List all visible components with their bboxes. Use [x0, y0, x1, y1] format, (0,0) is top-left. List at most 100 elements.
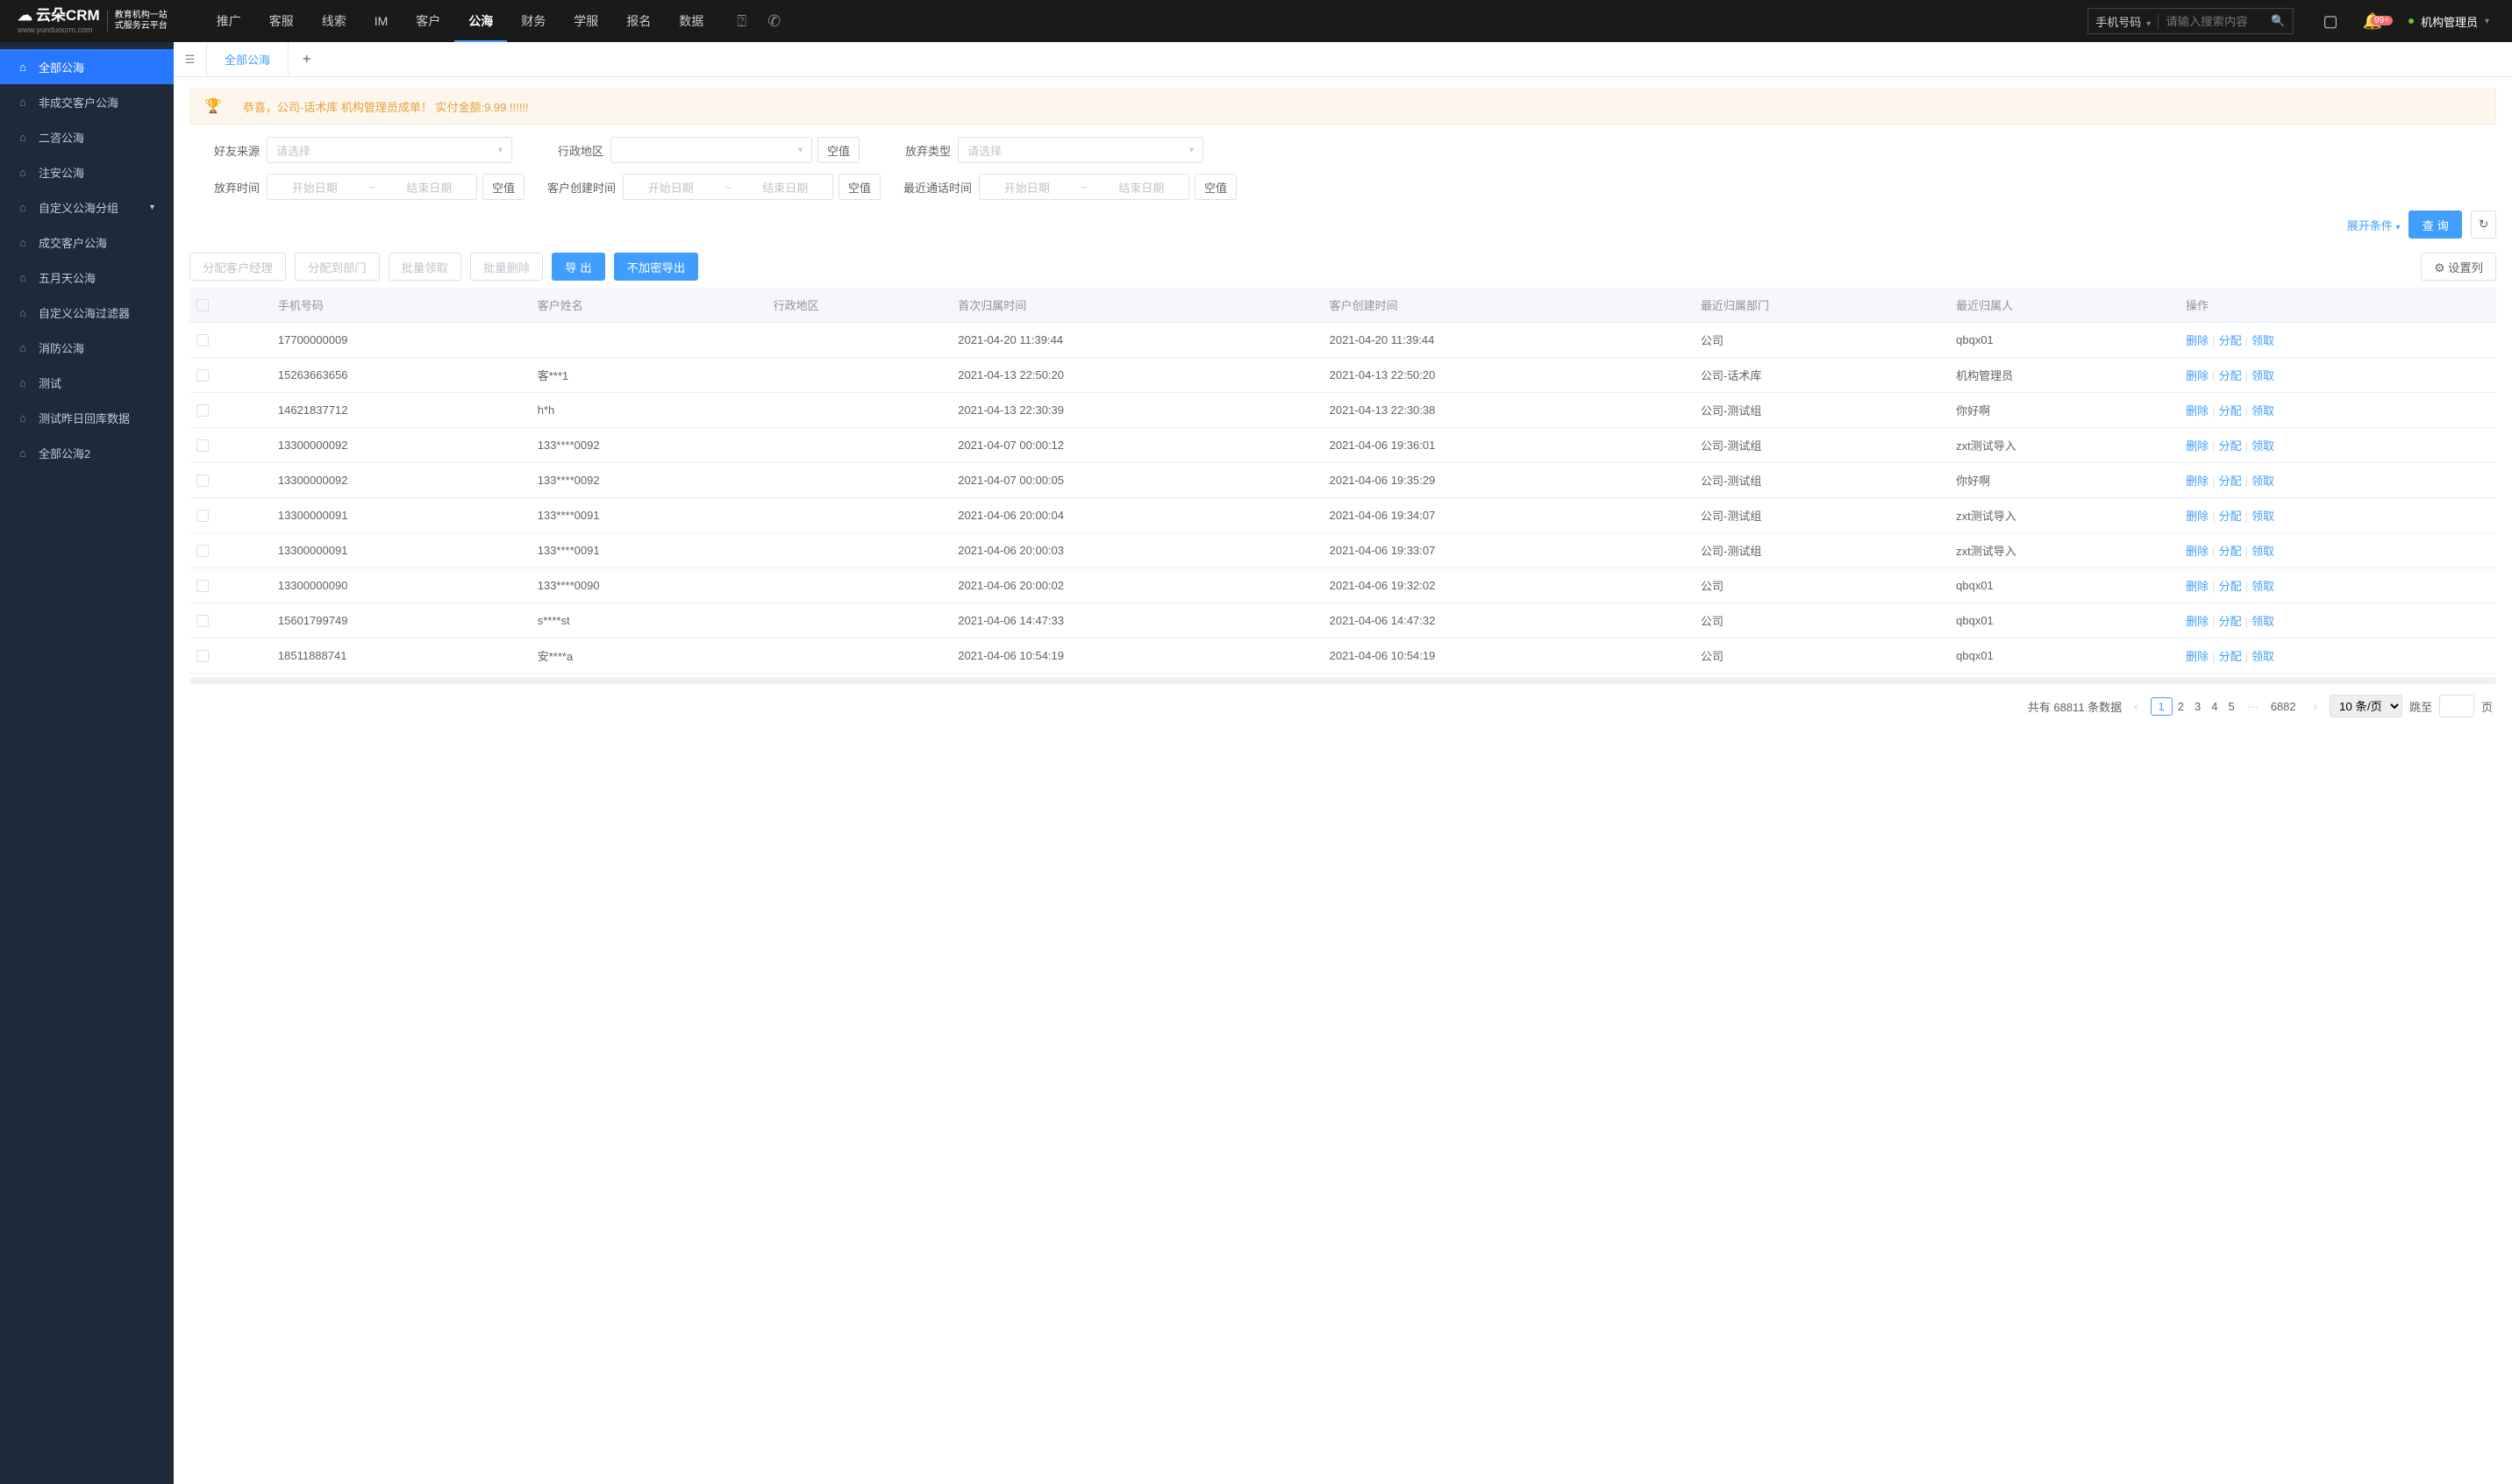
- row-claim-link[interactable]: 领取: [2252, 404, 2274, 417]
- collapse-sidebar-icon[interactable]: ☰: [174, 42, 207, 76]
- sidebar-item-4[interactable]: ⌂自定义公海分组▾: [0, 189, 174, 225]
- export-plain-button[interactable]: 不加密导出: [614, 253, 699, 281]
- page-number[interactable]: 5: [2223, 696, 2239, 717]
- row-checkbox[interactable]: [196, 615, 209, 627]
- row-delete-link[interactable]: 删除: [2186, 545, 2209, 558]
- row-assign-link[interactable]: 分配: [2219, 334, 2242, 347]
- abandon-time-range[interactable]: 开始日期~结束日期: [267, 174, 477, 200]
- row-assign-link[interactable]: 分配: [2219, 545, 2242, 558]
- page-number[interactable]: 4: [2206, 696, 2223, 717]
- search-icon[interactable]: 🔍: [2264, 14, 2292, 28]
- row-claim-link[interactable]: 领取: [2252, 545, 2274, 558]
- row-claim-link[interactable]: 领取: [2252, 580, 2274, 593]
- row-assign-link[interactable]: 分配: [2219, 369, 2242, 382]
- region-empty-button[interactable]: 空值: [817, 137, 860, 163]
- sidebar-item-3[interactable]: ⌂注安公海: [0, 154, 174, 189]
- row-checkbox[interactable]: [196, 650, 209, 662]
- batch-delete-button[interactable]: 批量删除: [470, 253, 543, 281]
- export-button[interactable]: 导 出: [552, 253, 604, 281]
- page-size-select[interactable]: 10 条/页: [2330, 695, 2402, 717]
- prev-page-icon[interactable]: ‹: [2129, 696, 2143, 717]
- abandon-type-select[interactable]: 请选择▾: [958, 137, 1203, 163]
- create-time-range[interactable]: 开始日期~结束日期: [623, 174, 833, 200]
- row-delete-link[interactable]: 删除: [2186, 334, 2209, 347]
- row-claim-link[interactable]: 领取: [2252, 650, 2274, 663]
- row-claim-link[interactable]: 领取: [2252, 474, 2274, 488]
- row-claim-link[interactable]: 领取: [2252, 439, 2274, 453]
- assign-manager-button[interactable]: 分配客户经理: [189, 253, 286, 281]
- last-page[interactable]: 6882: [2266, 696, 2301, 717]
- search-type-select[interactable]: 手机号码▾: [2088, 13, 2159, 30]
- search-input[interactable]: [2159, 15, 2264, 28]
- region-select[interactable]: ▾: [610, 137, 812, 163]
- expand-filters-link[interactable]: 展开条件 ▾: [2347, 217, 2401, 233]
- row-delete-link[interactable]: 删除: [2186, 615, 2209, 628]
- query-button[interactable]: 查 询: [2409, 210, 2461, 239]
- row-assign-link[interactable]: 分配: [2219, 580, 2242, 593]
- page-number[interactable]: 1: [2151, 697, 2173, 716]
- row-checkbox[interactable]: [196, 369, 209, 382]
- bell-icon[interactable]: 🔔99+: [2351, 12, 2394, 31]
- row-assign-link[interactable]: 分配: [2219, 615, 2242, 628]
- user-menu[interactable]: 机构管理员 ▾: [2394, 13, 2503, 30]
- sidebar-item-10[interactable]: ⌂测试昨日回库数据: [0, 400, 174, 435]
- select-all-checkbox[interactable]: [196, 299, 209, 311]
- columns-button[interactable]: ⚙ 设置列: [2421, 253, 2496, 281]
- row-delete-link[interactable]: 删除: [2186, 474, 2209, 488]
- sidebar-item-11[interactable]: ⌂全部公海2: [0, 435, 174, 470]
- add-tab-icon[interactable]: +: [289, 52, 325, 68]
- row-delete-link[interactable]: 删除: [2186, 369, 2209, 382]
- nav-item-4[interactable]: 客户: [402, 0, 454, 42]
- sidebar-item-9[interactable]: ⌂测试: [0, 365, 174, 400]
- page-number[interactable]: 3: [2189, 696, 2206, 717]
- nav-item-7[interactable]: 学服: [560, 0, 612, 42]
- device-icon[interactable]: ▢: [2311, 12, 2351, 31]
- row-claim-link[interactable]: 领取: [2252, 334, 2274, 347]
- row-delete-link[interactable]: 删除: [2186, 650, 2209, 663]
- sidebar-item-6[interactable]: ⌂五月天公海: [0, 260, 174, 295]
- call-time-empty-button[interactable]: 空值: [1195, 174, 1237, 200]
- sidebar-item-0[interactable]: ⌂全部公海: [0, 49, 174, 84]
- row-checkbox[interactable]: [196, 510, 209, 522]
- row-assign-link[interactable]: 分配: [2219, 474, 2242, 488]
- create-time-empty-button[interactable]: 空值: [839, 174, 881, 200]
- sidebar-item-8[interactable]: ⌂消防公海: [0, 330, 174, 365]
- next-page-icon[interactable]: ›: [2309, 696, 2323, 717]
- row-checkbox[interactable]: [196, 580, 209, 592]
- phone-icon[interactable]: ✆: [757, 12, 791, 31]
- refresh-button[interactable]: ↻: [2471, 210, 2496, 239]
- nav-item-1[interactable]: 客服: [255, 0, 308, 42]
- sidebar-item-2[interactable]: ⌂二咨公海: [0, 119, 174, 154]
- row-claim-link[interactable]: 领取: [2252, 510, 2274, 523]
- row-assign-link[interactable]: 分配: [2219, 404, 2242, 417]
- jump-page-input[interactable]: [2439, 695, 2474, 717]
- add-user-icon[interactable]: ⍰: [726, 12, 757, 31]
- assign-dept-button[interactable]: 分配到部门: [295, 253, 380, 281]
- row-checkbox[interactable]: [196, 545, 209, 557]
- page-number[interactable]: 2: [2173, 696, 2189, 717]
- row-delete-link[interactable]: 删除: [2186, 404, 2209, 417]
- active-tab[interactable]: 全部公海: [207, 42, 289, 76]
- row-delete-link[interactable]: 删除: [2186, 510, 2209, 523]
- nav-item-0[interactable]: 推广: [203, 0, 255, 42]
- row-claim-link[interactable]: 领取: [2252, 615, 2274, 628]
- friend-source-select[interactable]: 请选择▾: [267, 137, 512, 163]
- nav-item-9[interactable]: 数据: [665, 0, 717, 42]
- row-assign-link[interactable]: 分配: [2219, 439, 2242, 453]
- sidebar-item-5[interactable]: ⌂成交客户公海: [0, 225, 174, 260]
- nav-item-5[interactable]: 公海: [454, 0, 507, 42]
- row-checkbox[interactable]: [196, 474, 209, 487]
- row-assign-link[interactable]: 分配: [2219, 510, 2242, 523]
- row-checkbox[interactable]: [196, 404, 209, 417]
- row-claim-link[interactable]: 领取: [2252, 369, 2274, 382]
- call-time-range[interactable]: 开始日期~结束日期: [979, 174, 1189, 200]
- nav-item-6[interactable]: 财务: [507, 0, 560, 42]
- nav-item-8[interactable]: 报名: [612, 0, 665, 42]
- row-checkbox[interactable]: [196, 439, 209, 452]
- row-checkbox[interactable]: [196, 334, 209, 346]
- batch-claim-button[interactable]: 批量领取: [389, 253, 461, 281]
- row-delete-link[interactable]: 删除: [2186, 580, 2209, 593]
- horizontal-scrollbar[interactable]: [189, 677, 2496, 684]
- nav-item-3[interactable]: IM: [360, 0, 403, 42]
- sidebar-item-7[interactable]: ⌂自定义公海过滤器: [0, 295, 174, 330]
